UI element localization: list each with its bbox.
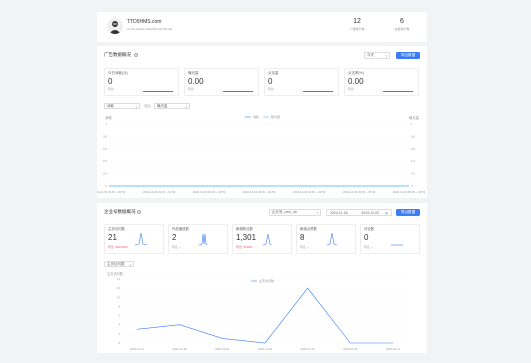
section-title: 企业号数据概况 (104, 209, 136, 214)
y-tick-label: 1 (105, 122, 107, 126)
x-tick-label: 2024-12-26 (258, 347, 273, 351)
sparkline (326, 232, 338, 246)
metric-card[interactable]: 今日消耗(元) 0 环比 -- (104, 68, 179, 96)
corp-line-chart: 主页访问数主页访问数141210864202024-12-11 2024-12-1… (107, 271, 407, 351)
ad-line-chart: 消耗 曝光量 消耗 曝光量 1 1 0.8 0.8 0.6 0.6 0.4 0.4 0.2 0.2 0 0 20… (97, 114, 426, 194)
x-tick-label: 2024-12-11 (130, 347, 145, 351)
y-tick-label-right: 0 (411, 184, 413, 188)
calendar-icon: ▦ (385, 210, 388, 215)
x-tick-label: 2024-12-03 00:00 ~ 00:59 (97, 190, 126, 194)
avatar (107, 18, 123, 34)
ad-data-section: 广告数据概况 ? 今天 ▾ 导出数据 今日消耗(元) 0 环比 -- 曝光量 0.… (97, 46, 427, 198)
metric-card[interactable]: 主页访问数 21 环比 -100.00% (104, 224, 164, 254)
metric-card[interactable]: 新增点赞数 8 环比 -- (296, 224, 356, 254)
x-tick-label: 2024-12-16 (173, 347, 188, 351)
range-select[interactable]: 今天 ▾ (364, 52, 390, 59)
export-button[interactable]: 导出数据 (396, 209, 420, 216)
metric-card[interactable]: 新增粉丝数 1,301 环比 -6.66% (232, 224, 292, 254)
y-tick-label: 14 (117, 277, 121, 281)
chevron-down-icon: ▾ (385, 54, 387, 58)
compare-label: 对比 (144, 103, 151, 108)
y-tick-label: 0.8 (103, 134, 107, 138)
metric-select-secondary[interactable]: 曝光量 ▾ (154, 103, 190, 109)
x-tick-label: 2025-01-11 (386, 347, 401, 351)
x-tick-label: 2025-01-01 (301, 347, 316, 351)
y-tick-label: 0.4 (103, 159, 107, 163)
profile-name: TTD5HMS.com (127, 19, 162, 25)
y-tick-label-right: 1 (411, 122, 413, 126)
x-tick-label: 2024-12-03 04:00 ~ 04:59 (293, 190, 326, 194)
help-circle-icon[interactable]: ? (137, 210, 141, 214)
y-axis-label-right: 曝光量 (409, 115, 420, 120)
account-select[interactable]: 企业号_cool_ua ▾ (269, 209, 321, 216)
metric-card[interactable]: 作品播放数 2 环比 -- (168, 224, 228, 254)
y-tick-label: 12 (117, 286, 121, 290)
sparkline (198, 233, 208, 246)
sparkline (391, 244, 403, 246)
legend-item: 曝光量 (271, 114, 280, 119)
y-tick-label-right: 0.4 (411, 159, 415, 163)
section-title: 广告数据概况 (104, 52, 131, 57)
user-avatar-icon (109, 21, 121, 34)
y-tick-label: 6 (118, 314, 120, 318)
help-circle-icon[interactable]: ? (134, 53, 138, 57)
legend-item: 主页访问数 (259, 278, 274, 283)
x-tick-label: 2024-12-03 06:00 ~ 06:59 (393, 190, 426, 194)
metric-select[interactable]: 主页访问数 ▾ (104, 261, 134, 267)
x-tick-label: 2024-12-03 03:00 ~ 03:59 (243, 190, 276, 194)
metric-card[interactable]: 点击量 0 环比 -- (264, 68, 339, 96)
metric-card[interactable]: 评论数 0 环比 -- (360, 224, 420, 254)
profile-card: TTD5HMS.com ceYHr.d1ghh.eGkO5GT@Y5d.dal … (97, 12, 427, 42)
y-tick-label-right: 0.8 (411, 134, 415, 138)
y-tick-label: 2 (118, 332, 120, 336)
metric-card[interactable]: 曝光量 0.00 环比 -- (184, 68, 259, 96)
metric-card[interactable]: 点击率(%) 0.00 环比 -- (344, 68, 419, 96)
x-tick-label: 2024-12-21 (215, 347, 230, 351)
date-from: 2024-11-18 (329, 210, 348, 215)
corp-data-section: 企业号数据概况 ? 企业号_cool_ua ▾ 2024-11-18 ~ 2024… (97, 203, 427, 353)
y-axis-label-left: 消耗 (105, 115, 112, 120)
x-tick-label: 2024-12-03 05:00 ~ 05:59 (343, 190, 376, 194)
x-tick-label: 2024-12-03 02:00 ~ 02:59 (193, 190, 226, 194)
y-tick-label: 0.2 (103, 172, 107, 176)
stat-accounts: 12 广告账户数 (349, 18, 365, 31)
date-range-picker[interactable]: 2024-11-18 ~ 2024-12-02 ▦ (326, 209, 392, 216)
y-tick-label: 0 (118, 341, 120, 345)
stat-active-accounts: 6 在投账户数 (394, 18, 410, 31)
export-button[interactable]: 导出数据 (396, 52, 420, 59)
y-tick-label: 8 (118, 304, 120, 308)
y-tick-label: 4 (118, 323, 120, 327)
sparkline (262, 233, 272, 246)
profile-subtitle: ceYHr.d1ghh.eGkO5GT@Y5d.dal (127, 27, 173, 31)
x-tick-label: 2024-12-03 01:00 ~ 01:59 (143, 190, 176, 194)
y-tick-label-right: 0.6 (411, 147, 415, 151)
metric-select-primary[interactable]: 消耗 ▾ (104, 103, 140, 109)
sparkline (134, 232, 148, 246)
date-to: 2024-12-02 (361, 210, 380, 215)
y-tick-label-right: 0.2 (411, 172, 415, 176)
chart-title: 主页访问数 (107, 271, 124, 276)
x-tick-label: 2025-01-06 (343, 347, 358, 351)
y-tick-label: 0.6 (103, 147, 107, 151)
legend-item: 消耗 (253, 114, 259, 119)
y-tick-label: 0 (105, 184, 107, 188)
y-tick-label: 10 (117, 295, 121, 299)
